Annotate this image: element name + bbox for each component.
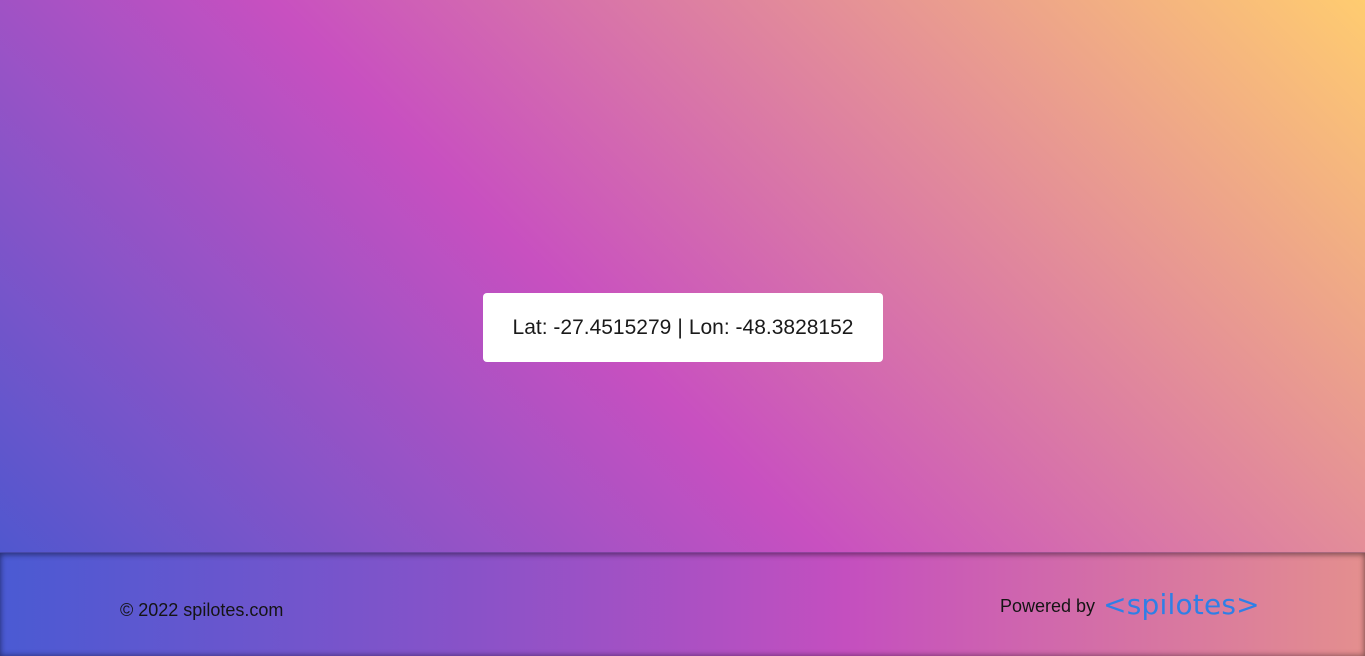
coordinates-separator: | bbox=[677, 315, 683, 339]
page-footer: © 2022 spilotes.com Powered by <spilotes… bbox=[0, 552, 1365, 656]
main-area: Lat: -27.4515279 | Lon: -48.3828152 bbox=[0, 0, 1365, 552]
powered-by: Powered by <spilotes> bbox=[1000, 591, 1260, 619]
copyright-text: © 2022 spilotes.com bbox=[120, 600, 284, 620]
latitude-label: Lat: bbox=[512, 315, 548, 339]
latitude-value: -27.4515279 bbox=[553, 315, 672, 339]
powered-by-label: Powered by bbox=[1000, 595, 1096, 616]
longitude-value: -48.3828152 bbox=[735, 315, 854, 339]
coordinates-card: Lat: -27.4515279 | Lon: -48.3828152 bbox=[483, 293, 883, 362]
longitude-label: Lon: bbox=[688, 315, 730, 339]
spilotes-logo-link[interactable]: <spilotes> bbox=[1103, 591, 1260, 619]
